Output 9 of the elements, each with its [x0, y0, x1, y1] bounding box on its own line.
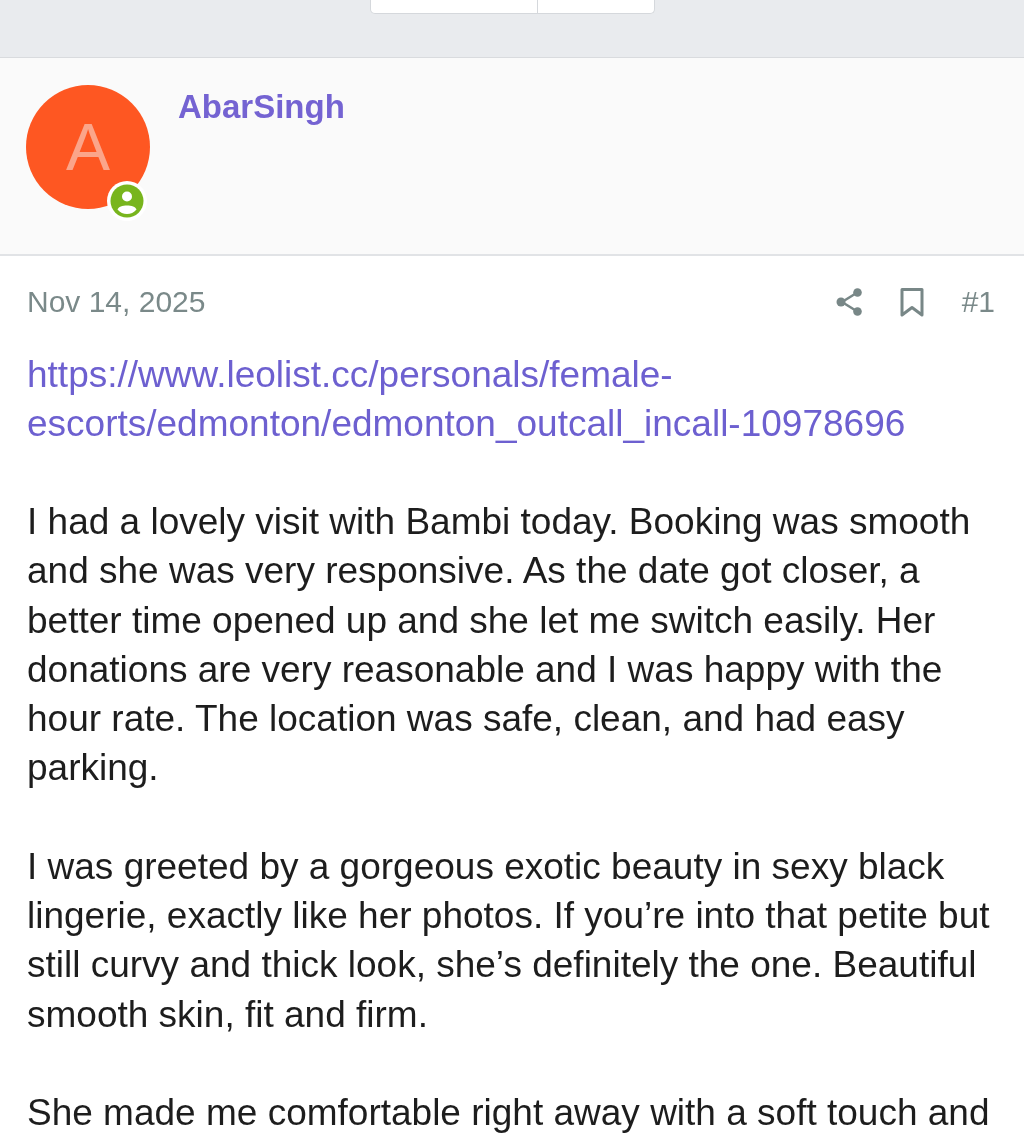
url-link[interactable]: https://www.leolist.cc/personals/female-escorts/edmonton/edmonton_outcall_incall-10978696 — [27, 350, 997, 448]
post-number-link[interactable]: #1 — [961, 284, 995, 320]
post-paragraph: I had a lovely visit with Bambi today. Booking was smooth and she was very responsive. As the date got closer, a better time opened up and she let me switch easily. Her donations are very reasonable and I was happy with the hour rate. The location was safe, clean, and had easy parking. — [27, 500, 972, 791]
share-icon[interactable] — [835, 288, 863, 316]
post-paragraph: She made me comfortable right away with a soft touch and — [27, 1090, 991, 1135]
post-paragraph: I was greeted by a gorgeous exotic beauty in sexy black lingerie, exactly like her photos. If you’re into that petite but still curvy and thick look, she’s definitely the one. Beautiful smooth skin, fit and firm. — [27, 844, 991, 1037]
username-link[interactable]: AbarSingh — [178, 88, 345, 126]
post-date: Nov 14, 2025 — [27, 284, 207, 320]
bookmark-icon[interactable] — [899, 287, 924, 317]
